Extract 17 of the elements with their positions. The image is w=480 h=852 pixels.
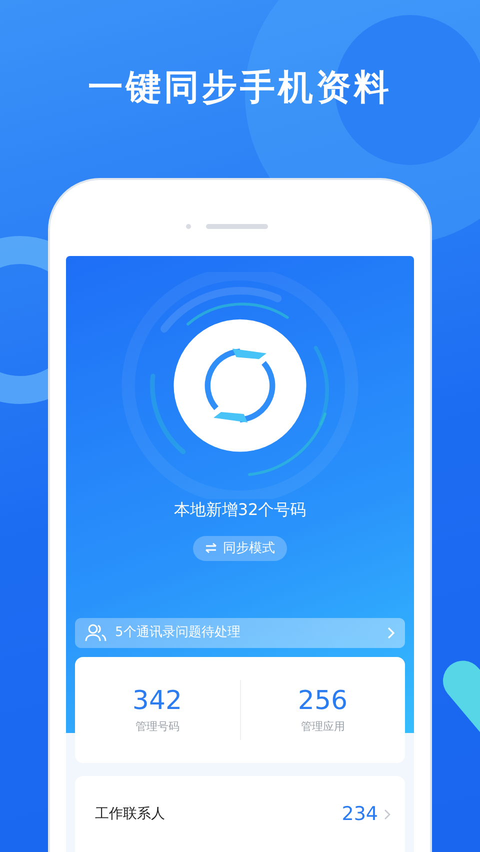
chevron-icon [384,808,391,820]
stat-label: 管理号码 [134,718,180,735]
status-text: 本地新增32个号码 [174,499,306,522]
headline: 一键同步手机资料 [88,67,392,110]
chevron-icon [387,626,395,639]
sync-mode-button[interactable]: 同步模式 [193,536,287,561]
camera-icon [186,224,191,229]
people-icon [85,624,107,642]
row-count: 234 [342,802,378,827]
notice-bar[interactable]: 5个通讯录问题待处理 [75,618,405,648]
stat-value: 342 [131,684,184,717]
swap-icon [205,543,217,554]
stat-label: 管理应用 [300,718,346,735]
row-label: 工作联系人 [95,804,166,824]
speaker-icon [206,224,268,229]
stat-value: 256 [296,684,349,717]
contact-group-row[interactable]: 工作联系人 234 [75,776,405,852]
